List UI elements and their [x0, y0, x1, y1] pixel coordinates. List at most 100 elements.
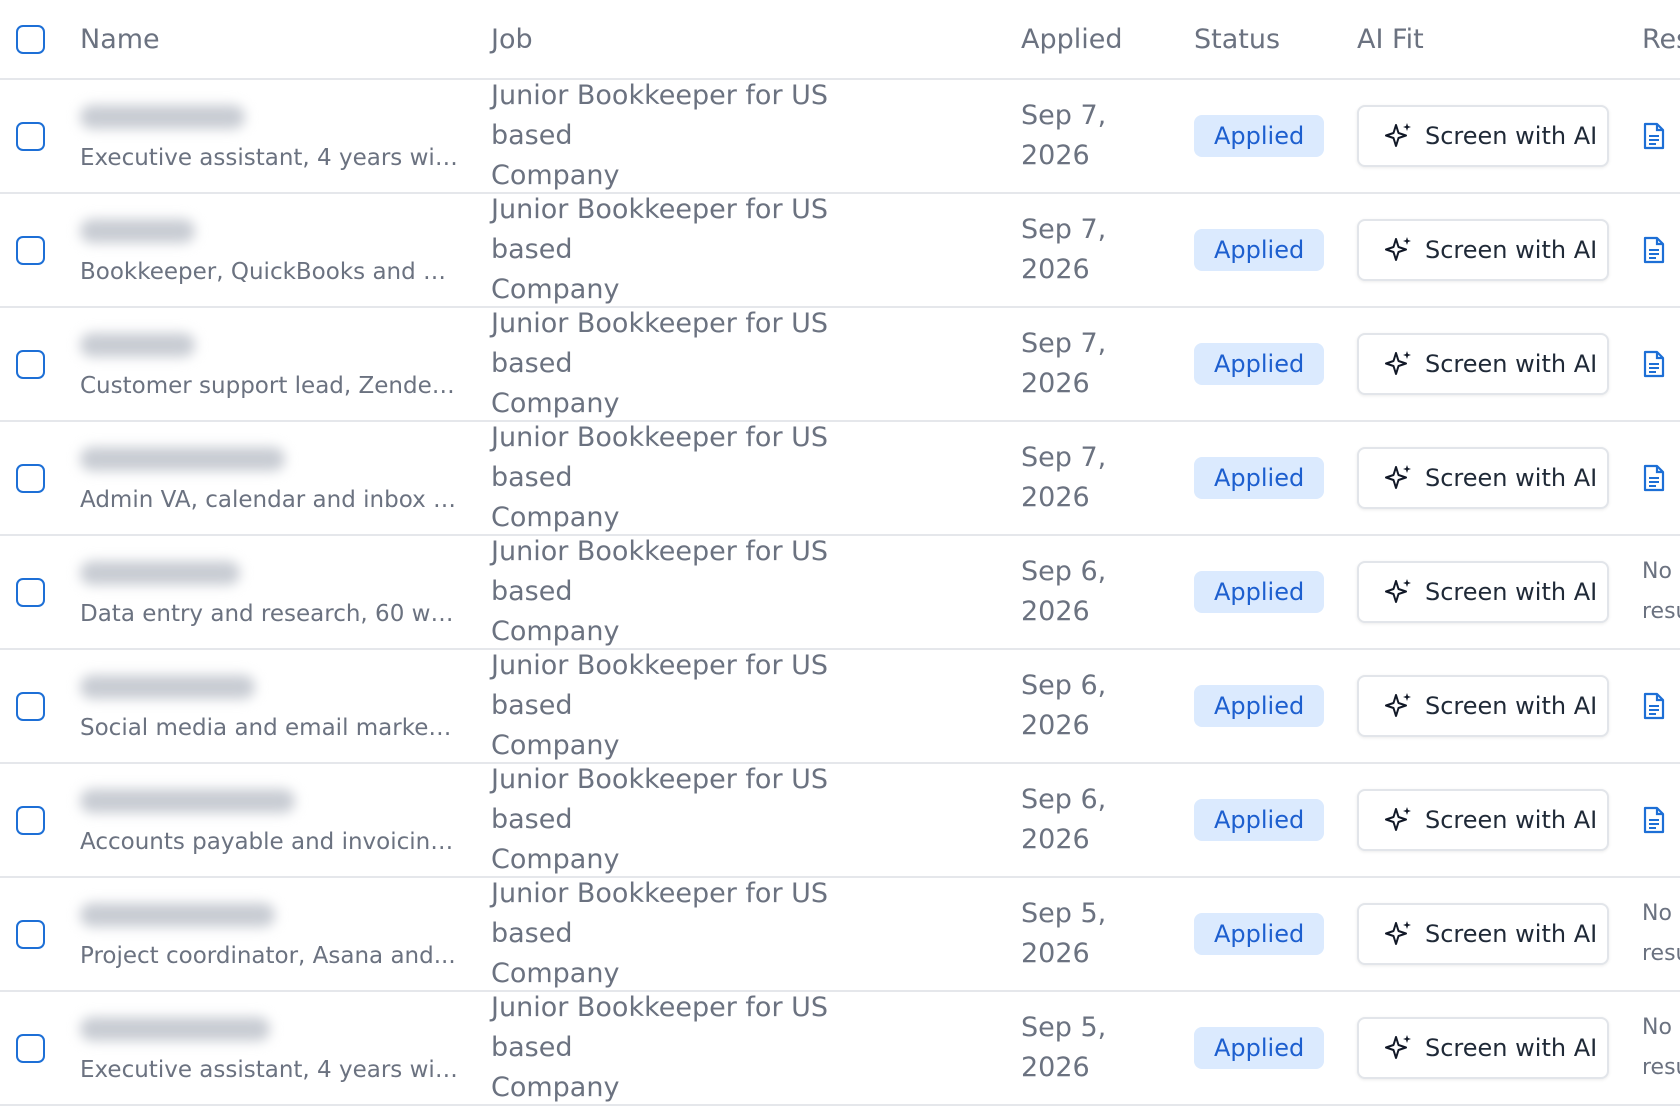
table-row[interactable]: Bookkeeper, QuickBooks and Xe... Junior …	[0, 194, 1680, 308]
resume-document-icon[interactable]	[1642, 350, 1666, 378]
candidate-summary: Executive assistant, 4 years with ...	[80, 145, 460, 171]
applied-date-line1: Sep 6,	[1021, 784, 1107, 815]
job-title-line2: Company	[491, 1072, 620, 1103]
applicants-table: Name Job Applied Status AI Fit Res Execu…	[0, 0, 1680, 1106]
resume-document-icon[interactable]	[1642, 122, 1666, 150]
screen-with-ai-label: Screen with AI	[1425, 350, 1598, 378]
screen-with-ai-button[interactable]: Screen with AI	[1357, 105, 1609, 167]
applied-date-line2: 2026	[1021, 596, 1090, 627]
screen-with-ai-button[interactable]: Screen with AI	[1357, 789, 1609, 851]
job-title-line1: Junior Bookkeeper for US based	[491, 80, 829, 151]
status-badge: Applied	[1194, 1027, 1325, 1069]
sparkle-icon	[1383, 918, 1415, 950]
candidate-cell[interactable]: Executive assistant, 4 years with ...	[80, 80, 460, 192]
screen-with-ai-label: Screen with AI	[1425, 1034, 1598, 1062]
column-header-job[interactable]: Job	[491, 0, 971, 78]
resume-document-icon[interactable]	[1642, 692, 1666, 720]
sparkle-icon	[1383, 462, 1415, 494]
table-row[interactable]: Accounts payable and invoicing, ... Juni…	[0, 764, 1680, 878]
resume-document-icon[interactable]	[1642, 806, 1666, 834]
job-title-line1: Junior Bookkeeper for US based	[491, 878, 829, 949]
job-cell: Junior Bookkeeper for US based Company	[491, 308, 971, 420]
sparkle-icon	[1383, 690, 1415, 722]
column-header-name[interactable]: Name	[80, 0, 460, 78]
candidate-summary: Bookkeeper, QuickBooks and Xe...	[80, 259, 460, 285]
table-row[interactable]: Project coordinator, Asana and... Junior…	[0, 878, 1680, 992]
candidate-cell[interactable]: Data entry and research, 60 wpm...	[80, 536, 460, 648]
table-row[interactable]: Customer support lead, Zendesk... Junior…	[0, 308, 1680, 422]
table-row[interactable]: Executive assistant, 4 years with ... Ju…	[0, 80, 1680, 194]
candidate-cell[interactable]: Admin VA, calendar and inbox fo...	[80, 422, 460, 534]
table-row[interactable]: Data entry and research, 60 wpm... Junio…	[0, 536, 1680, 650]
table-row[interactable]: Admin VA, calendar and inbox fo... Junio…	[0, 422, 1680, 536]
job-title-line1: Junior Bookkeeper for US based	[491, 536, 829, 607]
screen-with-ai-label: Screen with AI	[1425, 236, 1598, 264]
candidate-cell[interactable]: Project coordinator, Asana and...	[80, 878, 460, 990]
screen-with-ai-button[interactable]: Screen with AI	[1357, 675, 1609, 737]
no-resume-line2: resu	[1642, 1055, 1680, 1080]
row-checkbox[interactable]	[16, 919, 45, 949]
screen-with-ai-button[interactable]: Screen with AI	[1357, 447, 1609, 509]
sparkle-icon	[1383, 804, 1415, 836]
status-badge: Applied	[1194, 913, 1325, 955]
resume-document-icon[interactable]	[1642, 236, 1666, 264]
candidate-cell[interactable]: Accounts payable and invoicing, ...	[80, 764, 460, 876]
row-checkbox[interactable]	[16, 349, 45, 379]
applied-date-line2: 2026	[1021, 710, 1090, 741]
applied-date-cell: Sep 6, 2026	[1021, 764, 1161, 876]
applied-date-line2: 2026	[1021, 254, 1090, 285]
resume-document-icon[interactable]	[1642, 464, 1666, 492]
applied-date-line2: 2026	[1021, 482, 1090, 513]
no-resume-line1: No	[1642, 559, 1672, 584]
table-row[interactable]: Executive assistant, 4 years with ... Ju…	[0, 992, 1680, 1106]
column-header-applied[interactable]: Applied	[1021, 0, 1161, 78]
screen-with-ai-button[interactable]: Screen with AI	[1357, 333, 1609, 395]
no-resume-cell: No resu	[1642, 536, 1680, 648]
screen-with-ai-button[interactable]: Screen with AI	[1357, 903, 1609, 965]
screen-with-ai-label: Screen with AI	[1425, 578, 1598, 606]
table-header: Name Job Applied Status AI Fit Res	[0, 0, 1680, 80]
screen-with-ai-button[interactable]: Screen with AI	[1357, 1017, 1609, 1079]
row-checkbox[interactable]	[16, 805, 45, 835]
row-checkbox[interactable]	[16, 121, 45, 151]
job-cell: Junior Bookkeeper for US based Company	[491, 80, 971, 192]
applied-date-line1: Sep 7,	[1021, 442, 1107, 473]
sparkle-icon	[1383, 1032, 1415, 1064]
row-checkbox[interactable]	[16, 577, 45, 607]
job-title-line1: Junior Bookkeeper for US based	[491, 650, 829, 721]
candidate-name-redacted	[80, 333, 195, 357]
candidate-cell[interactable]: Social media and email marketin...	[80, 650, 460, 762]
no-resume-line1: No	[1642, 1015, 1672, 1040]
job-cell: Junior Bookkeeper for US based Company	[491, 536, 971, 648]
status-badge: Applied	[1194, 229, 1325, 271]
applied-date-line1: Sep 5,	[1021, 1012, 1107, 1043]
applied-date-cell: Sep 6, 2026	[1021, 536, 1161, 648]
table-row[interactable]: Social media and email marketin... Junio…	[0, 650, 1680, 764]
select-all-checkbox[interactable]	[16, 24, 45, 54]
row-checkbox[interactable]	[16, 463, 45, 493]
column-header-resume[interactable]: Res	[1642, 0, 1680, 78]
screen-with-ai-label: Screen with AI	[1425, 122, 1598, 150]
row-checkbox[interactable]	[16, 691, 45, 721]
candidate-summary: Data entry and research, 60 wpm...	[80, 601, 460, 627]
applied-date-line1: Sep 6,	[1021, 556, 1107, 587]
candidate-name-redacted	[80, 561, 240, 585]
candidate-summary: Project coordinator, Asana and...	[80, 943, 456, 969]
job-cell: Junior Bookkeeper for US based Company	[491, 878, 971, 990]
row-checkbox[interactable]	[16, 235, 45, 265]
no-resume-line1: No	[1642, 901, 1672, 926]
column-header-ai-fit[interactable]: AI Fit	[1357, 0, 1617, 78]
applied-date-line2: 2026	[1021, 824, 1090, 855]
no-resume-cell: No resu	[1642, 878, 1680, 990]
candidate-name-redacted	[80, 447, 285, 471]
candidate-name-redacted	[80, 219, 195, 243]
status-badge: Applied	[1194, 115, 1325, 157]
row-checkbox[interactable]	[16, 1033, 45, 1063]
column-header-status[interactable]: Status	[1194, 0, 1334, 78]
screen-with-ai-label: Screen with AI	[1425, 920, 1598, 948]
candidate-cell[interactable]: Executive assistant, 4 years with ...	[80, 992, 460, 1104]
candidate-cell[interactable]: Customer support lead, Zendesk...	[80, 308, 460, 420]
candidate-cell[interactable]: Bookkeeper, QuickBooks and Xe...	[80, 194, 460, 306]
screen-with-ai-button[interactable]: Screen with AI	[1357, 219, 1609, 281]
screen-with-ai-button[interactable]: Screen with AI	[1357, 561, 1609, 623]
